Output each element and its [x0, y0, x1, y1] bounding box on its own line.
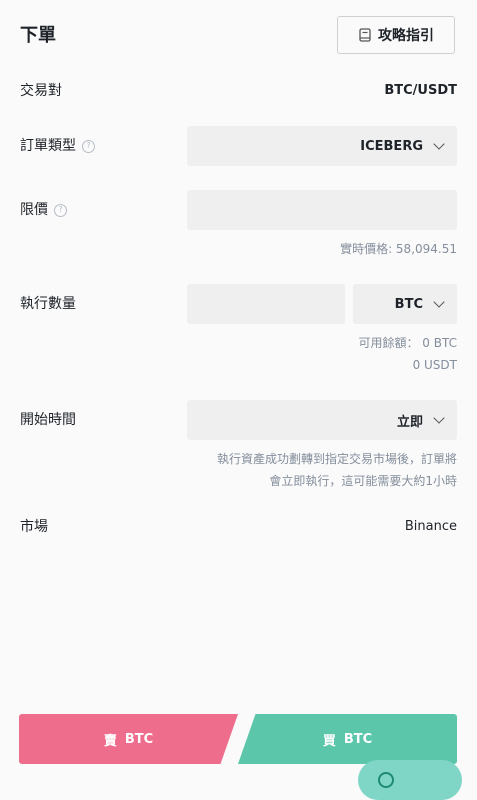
quantity-label: 執行數量	[20, 294, 76, 314]
page-title: 下單	[20, 25, 56, 46]
start-time-note-2: 會立即執行，這可能需要大約1小時	[269, 474, 457, 488]
market-label-text: 市場	[20, 519, 48, 535]
start-time-select[interactable]: 立即	[187, 400, 457, 440]
available-balance-usdt: 0 USDT	[412, 358, 457, 372]
order-type-label: 訂單類型 ?	[20, 136, 95, 156]
pair-label-text: 交易對	[20, 83, 62, 99]
quantity-label-text: 執行數量	[20, 296, 76, 312]
help-icon[interactable]: ?	[82, 139, 95, 153]
guide-button-label: 攻略指引	[378, 28, 434, 44]
order-type-label-text: 訂單類型	[20, 138, 76, 154]
available-balance-btc: 可用餘額： 0 BTC	[358, 336, 457, 350]
book-icon	[359, 28, 371, 42]
market-value: Binance	[404, 519, 457, 534]
chat-icon	[378, 772, 394, 788]
market-label: 市場	[20, 517, 48, 537]
limit-price-label: 限價 ?	[20, 200, 67, 220]
buy-prefix: 買	[322, 733, 336, 749]
help-icon[interactable]: ?	[54, 203, 67, 217]
chevron-down-icon	[433, 412, 445, 424]
realtime-price: 實時價格: 58,094.51	[340, 242, 457, 256]
start-time-label: 開始時間	[20, 410, 76, 430]
support-chat-button[interactable]	[358, 760, 462, 800]
start-time-value: 立即	[396, 414, 423, 430]
start-time-label-text: 開始時間	[20, 412, 76, 428]
sell-prefix: 賣	[103, 733, 117, 749]
sell-button[interactable]: 賣 BTC	[19, 714, 238, 764]
buy-button[interactable]: 買 BTC	[238, 714, 457, 764]
pair-value: BTC/USDT	[384, 83, 457, 98]
order-type-value: ICEBERG	[360, 138, 423, 154]
quantity-unit: BTC	[394, 296, 423, 312]
quantity-input[interactable]	[187, 284, 345, 324]
guide-button[interactable]: 攻略指引	[337, 16, 455, 54]
sell-asset: BTC	[124, 731, 154, 747]
chevron-down-icon	[433, 296, 445, 308]
quantity-unit-select[interactable]: BTC	[353, 284, 457, 324]
start-time-note-1: 執行資產成功劃轉到指定交易市場後，訂單將	[216, 452, 457, 466]
pair-label: 交易對	[20, 81, 62, 101]
buy-asset: BTC	[343, 731, 373, 747]
order-type-select[interactable]: ICEBERG	[187, 126, 457, 166]
chevron-down-icon	[433, 138, 445, 150]
limit-price-label-text: 限價	[20, 202, 48, 218]
limit-price-input[interactable]	[187, 190, 457, 230]
